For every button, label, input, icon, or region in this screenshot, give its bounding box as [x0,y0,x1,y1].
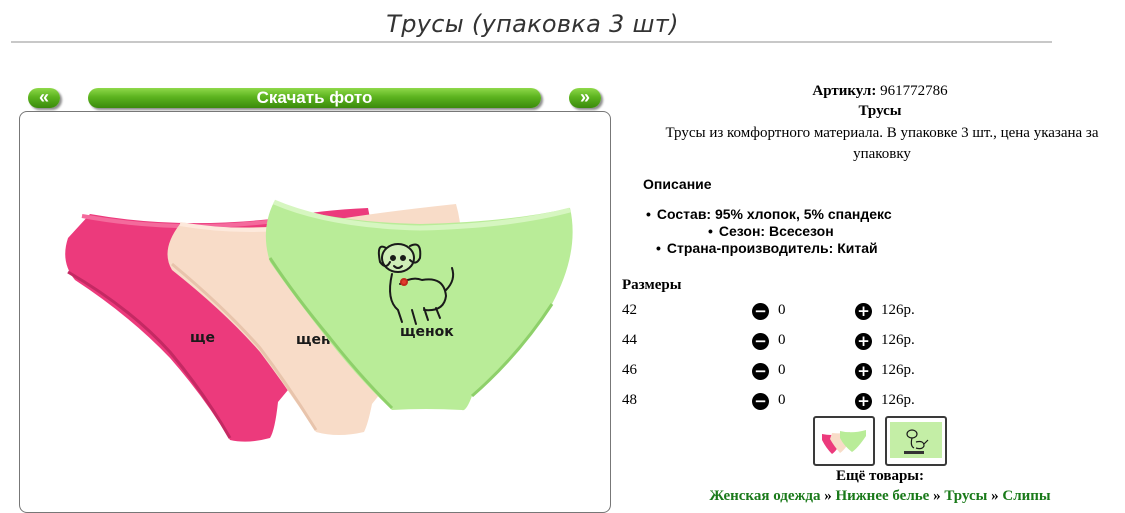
quantity-value: 0 [778,302,786,318]
product-photo-image: ще щено щенок [65,199,573,442]
category-breadcrumb: Женская одежда » Нижнее белье » Трусы » … [622,488,1125,505]
breadcrumb-link-underwear[interactable]: Нижнее белье [835,488,929,504]
breadcrumb-link-briefs[interactable]: Трусы [944,488,987,504]
more-products-heading: Ещё товары: [835,468,925,484]
green-print-label: щенок [400,324,454,340]
price-value: 126р. [881,302,915,318]
pink-print-label: ще [190,330,215,346]
breadcrumb-separator: » [933,488,941,504]
title-divider [11,41,1052,43]
page-title: Трусы (упаковка 3 шт) [386,10,679,38]
size-row-42: 42 − 0 + 126р. [622,302,1122,322]
detail-item-composition: Состав: 95% хлопок, 5% спандекс [646,206,892,222]
decrease-quantity-icon[interactable]: − [752,303,769,320]
photo-thumbnail-2[interactable] [885,416,947,466]
price-value: 126р. [881,392,915,408]
decrease-quantity-icon[interactable]: − [752,393,769,410]
size-value: 48 [622,392,637,408]
article-label: Артикул: [812,83,877,99]
puppy-thumbnail-icon [890,422,942,458]
detail-item-season: Сезон: Всесезон [708,223,834,239]
decrease-quantity-icon[interactable]: − [752,333,769,350]
price-value: 126р. [881,362,915,378]
breadcrumb-separator: » [991,488,999,504]
size-value: 46 [622,362,637,378]
decrease-quantity-icon[interactable]: − [752,363,769,380]
article-value: 961772786 [880,83,948,99]
increase-quantity-icon[interactable]: + [855,363,872,380]
pack-thumbnail-icon [822,430,866,454]
prev-photo-button[interactable]: « [28,88,60,108]
size-row-46: 46 − 0 + 126р. [622,362,1122,382]
product-photo[interactable]: ще щено щенок [19,111,611,513]
price-value: 126р. [881,332,915,348]
next-photo-button[interactable]: » [569,88,601,108]
size-row-44: 44 − 0 + 126р. [622,332,1122,352]
article-line: Артикул: 961772786 [622,83,1125,100]
quantity-value: 0 [778,332,786,348]
breadcrumb-link-slips[interactable]: Слипы [1002,488,1050,504]
size-value: 44 [622,332,637,348]
quantity-value: 0 [778,362,786,378]
breadcrumb-link-women-clothing[interactable]: Женская одежда [709,488,820,504]
details-heading: Описание [643,176,712,192]
increase-quantity-icon[interactable]: + [855,333,872,350]
download-photo-button[interactable]: Скачать фото [88,88,541,108]
detail-item-country: Страна-производитель: Китай [656,240,878,256]
size-value: 42 [622,302,637,318]
product-name: Трусы [858,103,902,119]
increase-quantity-icon[interactable]: + [855,393,872,410]
size-row-48: 48 − 0 + 126р. [622,392,1122,412]
breadcrumb-separator: » [824,488,832,504]
photo-thumbnail-1[interactable] [813,416,875,466]
increase-quantity-icon[interactable]: + [855,303,872,320]
product-description: Трусы из комфортного материала. В упаков… [665,125,1099,162]
quantity-value: 0 [778,392,786,408]
sizes-heading: Размеры [622,277,682,293]
